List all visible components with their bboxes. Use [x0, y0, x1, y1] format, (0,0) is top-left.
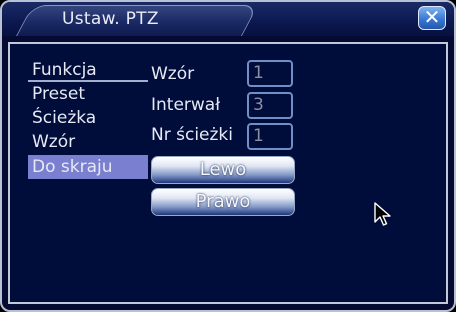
- title-bar: Ustaw. PTZ ✕: [2, 2, 454, 36]
- path-number-label: Nr ścieżki: [151, 125, 233, 145]
- interval-label: Interwał: [151, 95, 221, 115]
- menu-item-path[interactable]: Ścieżka: [28, 106, 148, 130]
- window-title: Ustaw. PTZ: [62, 9, 159, 29]
- ptz-settings-window: Ustaw. PTZ ✕ Funkcja Preset Ścieżka Wzór…: [0, 0, 456, 312]
- menu-item-preset[interactable]: Preset: [28, 82, 148, 106]
- mouse-cursor-icon: [374, 202, 391, 226]
- menu-item-edge[interactable]: Do skraju: [28, 155, 148, 179]
- interval-field[interactable]: 3: [247, 92, 293, 119]
- close-button[interactable]: ✕: [418, 6, 446, 30]
- right-button[interactable]: Prawo: [151, 188, 295, 216]
- menu-item-pattern[interactable]: Wzór: [28, 130, 148, 154]
- function-menu: Funkcja Preset Ścieżka Wzór Do skraju: [28, 60, 148, 179]
- menu-header: Funkcja: [28, 60, 148, 82]
- pattern-label: Wzór: [151, 64, 195, 84]
- content-panel: Funkcja Preset Ścieżka Wzór Do skraju Wz…: [8, 42, 448, 304]
- close-icon: ✕: [423, 5, 441, 29]
- pattern-field[interactable]: 1: [247, 60, 293, 87]
- left-button[interactable]: Lewo: [151, 156, 295, 184]
- path-number-field[interactable]: 1: [247, 123, 293, 150]
